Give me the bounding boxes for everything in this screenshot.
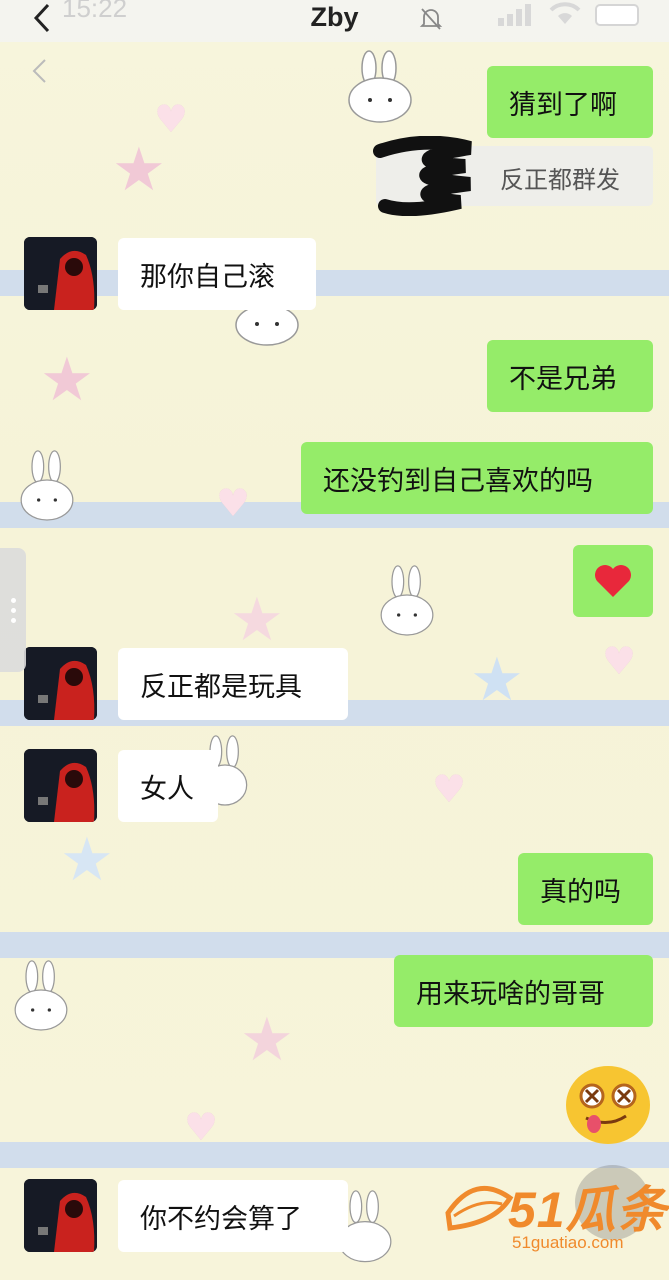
- star-decoration: ★: [230, 585, 284, 655]
- signal-icon: [498, 4, 531, 26]
- message-bubble-incoming[interactable]: 女人: [118, 750, 218, 822]
- message-text: 反正都是玩具: [140, 671, 302, 703]
- message-text: 还没钓到自己喜欢的吗: [323, 465, 593, 497]
- heart-decoration: ♥: [216, 481, 251, 525]
- message-bubble-incoming[interactable]: 反正都是玩具: [118, 648, 348, 720]
- navigation-bar: 15:22 Zby: [0, 0, 669, 42]
- bunny-decoration: [348, 50, 412, 123]
- message-text: 女人: [140, 773, 194, 805]
- message-bubble-outgoing[interactable]: 猜到了啊: [487, 66, 653, 138]
- battery-icon: [595, 4, 639, 26]
- message-text: 猜到了啊: [509, 89, 617, 121]
- message-text: 真的吗: [540, 876, 621, 908]
- heart-decoration: ♥: [154, 97, 189, 141]
- star-decoration: ★: [240, 1005, 294, 1075]
- quoted-message-text: 反正都群发: [500, 166, 620, 194]
- side-drawer-handle[interactable]: [0, 548, 26, 672]
- message-text: 那你自己滚: [140, 261, 275, 293]
- back-arrow-icon: [32, 59, 46, 83]
- star-decoration: ★: [470, 645, 524, 715]
- message-bubble-outgoing[interactable]: 还没钓到自己喜欢的吗: [301, 442, 653, 514]
- wallpaper-band: [0, 270, 669, 296]
- watermark-text: 51瓜条: [508, 1182, 668, 1238]
- star-decoration: ★: [112, 135, 166, 205]
- message-bubble-incoming[interactable]: 你不约会算了: [118, 1180, 348, 1252]
- red-heart-emoji-icon: [595, 565, 631, 597]
- heart-decoration: ♥: [184, 1105, 219, 1149]
- chat-screen: ★ ★ ★ ★ ★ ★ ♥ ♥ ♥ ♥ ♥ 15:22 Zby 猜到了啊 反正都…: [0, 0, 669, 1280]
- star-decoration: ★: [60, 825, 114, 895]
- contact-avatar[interactable]: [24, 237, 97, 310]
- contact-avatar[interactable]: [24, 749, 97, 822]
- contact-avatar[interactable]: [24, 647, 97, 720]
- message-text: 不是兄弟: [509, 363, 617, 395]
- wifi-icon: [549, 2, 581, 24]
- message-bubble-incoming[interactable]: 那你自己滚: [118, 238, 316, 310]
- star-decoration: ★: [40, 345, 94, 415]
- bunny-decoration: [14, 960, 68, 1031]
- message-text: 用来玩啥的哥哥: [416, 978, 605, 1010]
- watermark-url: 51guatiao.com: [512, 1233, 624, 1252]
- message-bubble-outgoing[interactable]: [573, 545, 653, 617]
- heart-decoration: ♥: [432, 767, 467, 811]
- message-text: 你不约会算了: [140, 1203, 302, 1235]
- heart-decoration: ♥: [602, 639, 637, 683]
- bunny-decoration: [20, 450, 74, 521]
- muted-bell-icon: [419, 8, 443, 30]
- message-bubble-outgoing[interactable]: 不是兄弟: [487, 340, 653, 412]
- bunny-decoration: [380, 565, 434, 636]
- dizzy-eyes-tongue-emoji-icon[interactable]: [564, 1064, 652, 1146]
- message-bubble-outgoing[interactable]: 用来玩啥的哥哥: [394, 955, 653, 1027]
- redaction-scribble: [373, 136, 472, 216]
- message-bubble-outgoing[interactable]: 真的吗: [518, 853, 653, 925]
- contact-avatar[interactable]: [24, 1179, 97, 1252]
